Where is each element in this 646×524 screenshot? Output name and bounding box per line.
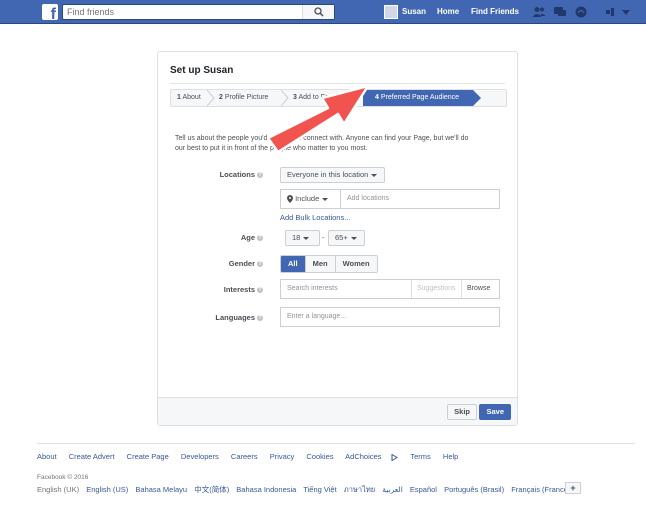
language-link[interactable]: Bahasa Indonesia [236,485,296,494]
messages-icon[interactable] [553,6,567,18]
more-languages-button[interactable]: + [565,482,581,494]
search-icon [314,7,324,17]
gender-women-button[interactable]: Women [335,256,377,272]
footer-link-careers[interactable]: Careers [231,452,258,461]
annotation-arrow-icon [266,84,370,154]
chevron-down-icon [303,236,310,240]
top-navigation-bar: f Susan Home Find Friends [0,0,646,24]
copyright-text: Facebook © 2016 [37,474,89,481]
footer-link-about[interactable]: About [37,452,57,461]
nav-home-link[interactable]: Home [437,7,459,16]
gender-men-button[interactable]: Men [305,256,336,272]
footer-link-adchoices[interactable]: AdChoices [345,452,399,461]
chevron-down-icon [371,173,378,177]
help-icon[interactable]: ? [257,315,263,322]
language-link[interactable]: Português (Brasil) [444,485,504,494]
chevron-down-icon [350,236,357,240]
notifications-icon[interactable] [575,6,587,18]
language-link[interactable]: 中文(简体) [194,485,229,494]
account-menu-chevron-down-icon[interactable] [622,10,630,15]
save-button[interactable]: Save [479,404,511,420]
interests-input-box: Search interests Suggestions Browse [280,279,500,299]
privacy-shortcuts-icon[interactable] [605,6,615,18]
add-bulk-locations-link[interactable]: Add Bulk Locations... [280,213,350,222]
interests-input[interactable]: Search interests [287,285,338,292]
footer-link-create-advert[interactable]: Create Advert [69,452,115,461]
locations-input-box: Include Add locations [280,189,500,209]
dialog-title: Set up Susan [170,65,234,76]
languages-label: Languages? [215,313,263,322]
skip-button[interactable]: Skip [447,404,477,420]
nav-user-name[interactable]: Susan [402,7,426,16]
age-separator: - [322,233,325,242]
footer-link-help[interactable]: Help [443,452,458,461]
dialog-footer: Skip Save [158,397,517,425]
search-input[interactable] [63,5,303,19]
nav-find-friends-link[interactable]: Find Friends [471,7,519,16]
help-icon[interactable]: ? [257,287,263,294]
interests-label: Interests? [223,285,263,294]
logo-letter: f [50,6,56,21]
languages-input[interactable]: Enter a language... [280,307,500,327]
gender-all-button[interactable]: All [281,256,306,272]
search-button[interactable] [302,5,334,19]
footer-divider [37,443,635,444]
suggestions-button[interactable]: Suggestions [411,280,456,298]
language-link[interactable]: Français (France) [511,485,570,494]
locations-label: Locations? [219,170,263,179]
locations-scope-select[interactable]: Everyone in this location [280,167,385,183]
step-about[interactable]: 1 About [171,90,201,106]
gender-label: Gender? [228,259,263,268]
footer-link-terms[interactable]: Terms [410,452,430,461]
footer-link-create-page[interactable]: Create Page [127,452,169,461]
language-link[interactable]: Español [410,485,437,494]
language-links: English (UK) English (US) Bahasa Melayu … [37,484,575,496]
age-label: Age? [240,233,263,242]
adchoices-icon [391,453,399,461]
gender-toggle-group: All Men Women [280,255,378,273]
avatar [384,5,398,19]
chevron-down-icon [322,197,329,201]
footer-link-developers[interactable]: Developers [181,452,219,461]
footer-links: About Create Advert Create Page Develope… [37,452,468,461]
facebook-logo-icon[interactable]: f [42,4,58,20]
location-pin-icon [287,195,293,204]
help-icon[interactable]: ? [257,235,263,242]
browse-button[interactable]: Browse [461,280,490,298]
language-link[interactable]: Tiếng Việt [303,485,336,494]
language-link[interactable]: English (US) [86,485,128,494]
help-icon[interactable]: ? [257,172,263,179]
language-link[interactable]: Bahasa Melayu [135,485,187,494]
language-current: English (UK) [37,485,80,494]
language-link[interactable]: ภาษาไทย [344,485,375,494]
help-icon[interactable]: ? [257,261,263,268]
footer-link-privacy[interactable]: Privacy [270,452,295,461]
footer-link-cookies[interactable]: Cookies [306,452,333,461]
friend-requests-icon[interactable] [532,6,546,18]
age-max-select[interactable]: 65+ [328,230,365,246]
age-min-select[interactable]: 18 [285,230,320,246]
language-link[interactable]: العربية [382,485,403,494]
nav-profile-link[interactable] [384,5,398,19]
search-bar [62,4,335,20]
include-select[interactable]: Include [281,190,341,208]
add-locations-input[interactable]: Add locations [347,190,389,208]
